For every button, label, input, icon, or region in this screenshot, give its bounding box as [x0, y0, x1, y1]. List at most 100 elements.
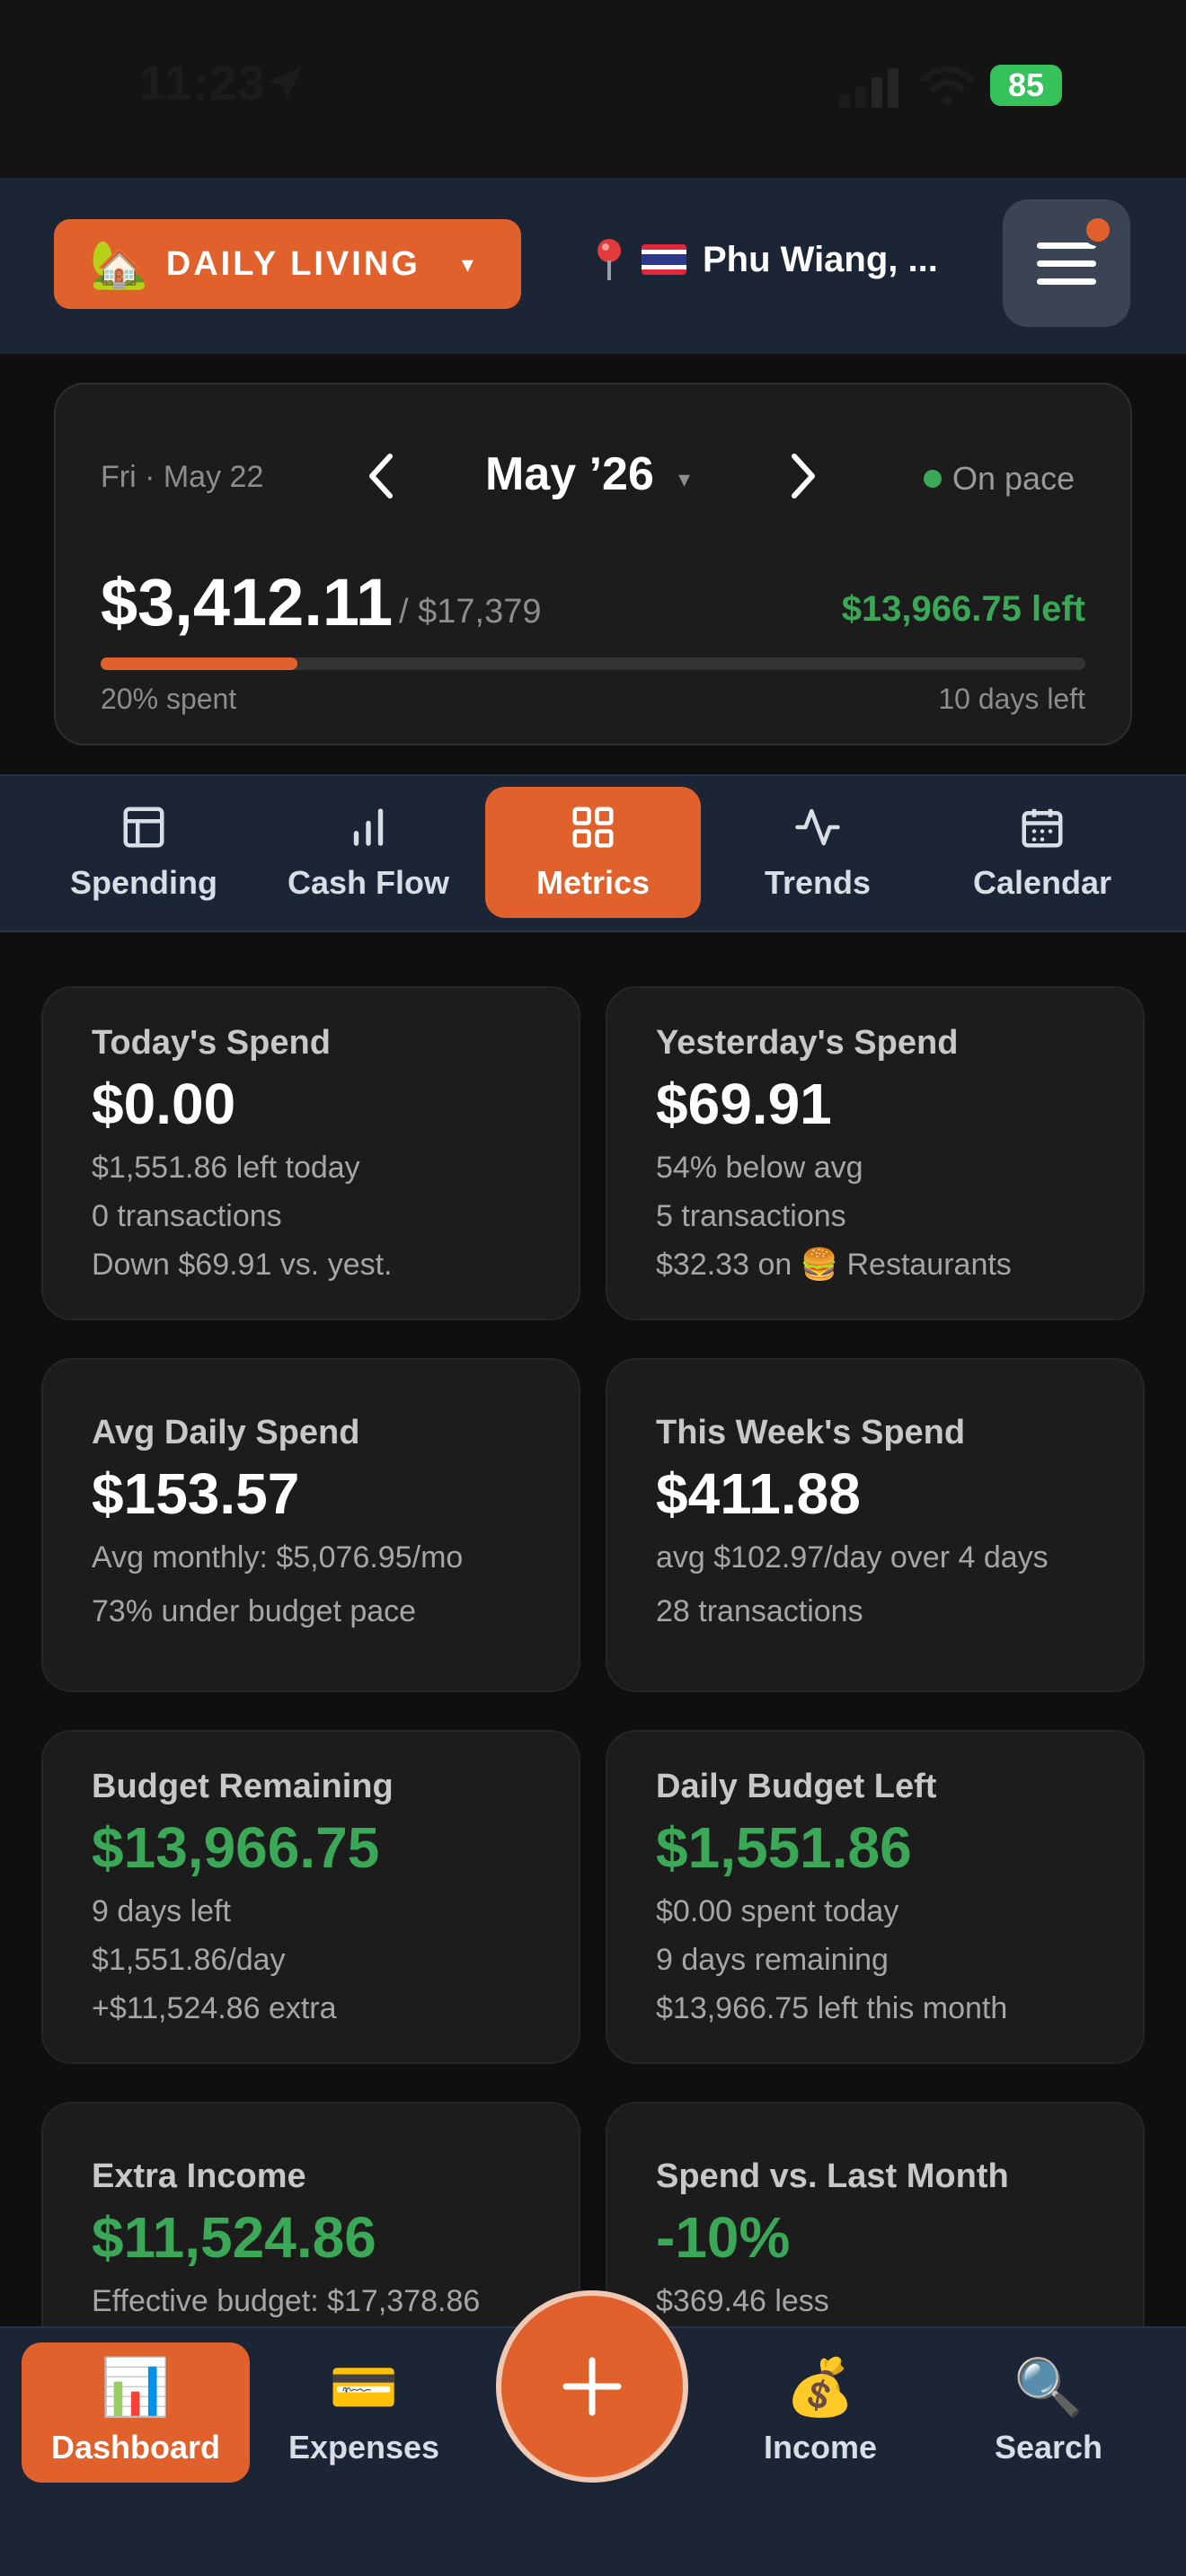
- add-transaction-button[interactable]: [496, 2290, 688, 2483]
- metric-title: Yesterday's Spend: [656, 1024, 959, 1062]
- metric-card-daily-budget-left[interactable]: Daily Budget Left $1,551.86 $0.00 spent …: [606, 1730, 1145, 2064]
- nav-label: Search: [994, 2429, 1103, 2466]
- next-month-button[interactable]: [783, 449, 823, 503]
- metric-value: $13,966.75: [92, 1815, 380, 1880]
- budget-total: / $17,379: [399, 593, 542, 631]
- current-date: Fri · May 22: [101, 460, 264, 494]
- metric-value: $0.00: [92, 1072, 236, 1136]
- status-dot-icon: [924, 470, 942, 488]
- metric-title: Today's Spend: [92, 1024, 331, 1062]
- metric-detail: Down $69.91 vs. yest.: [92, 1248, 393, 1282]
- metric-detail: Avg monthly: $5,076.95/mo: [92, 1540, 464, 1575]
- notification-dot: [1082, 214, 1114, 246]
- metric-value: $153.57: [92, 1461, 300, 1526]
- metric-detail: 28 transactions: [656, 1594, 863, 1628]
- metric-title: Budget Remaining: [92, 1768, 394, 1805]
- metric-value: $411.88: [656, 1461, 861, 1526]
- budget-progress-fill: [101, 657, 298, 670]
- metric-card-this-weeks-spend[interactable]: This Week's Spend $411.88 avg $102.97/da…: [606, 1358, 1145, 1692]
- tab-label: Trends: [764, 864, 872, 901]
- search-icon: 🔍: [1013, 2357, 1084, 2419]
- metric-title: Spend vs. Last Month: [656, 2157, 1009, 2195]
- metric-detail: +$11,524.86 extra: [92, 1991, 337, 2025]
- nav-search[interactable]: 🔍 Search: [934, 2342, 1163, 2483]
- metric-card-todays-spend[interactable]: Today's Spend $0.00 $1,551.86 left today…: [41, 986, 580, 1320]
- nav-dashboard[interactable]: 📊 Dashboard: [22, 2342, 250, 2483]
- metric-detail: $1,551.86/day: [92, 1943, 286, 1977]
- context-label: DAILY LIVING: [165, 244, 420, 283]
- location-arrow-icon: [268, 66, 302, 101]
- layout-icon: [123, 807, 164, 848]
- status-time: 11:23: [139, 57, 266, 110]
- spent-percent: 20% spent: [101, 683, 237, 715]
- chevron-down-icon: ▾: [678, 465, 691, 492]
- metric-detail: $32.33 on 🍔 Restaurants: [656, 1248, 1012, 1282]
- metric-value: $69.91: [656, 1072, 832, 1136]
- menu-button[interactable]: [1003, 199, 1130, 327]
- metric-detail: $13,966.75 left this month: [656, 1991, 1008, 2025]
- nav-expenses[interactable]: 💳 Expenses: [250, 2342, 478, 2483]
- metric-detail: $1,551.86 left today: [92, 1151, 360, 1185]
- metric-card-yesterdays-spend[interactable]: Yesterday's Spend $69.91 54% below avg 5…: [606, 986, 1145, 1320]
- previous-month-button[interactable]: [361, 449, 401, 503]
- calendar-icon: [1022, 808, 1063, 848]
- plus-icon: [562, 2357, 622, 2416]
- tab-cash-flow[interactable]: Cash Flow: [261, 787, 476, 918]
- month-picker[interactable]: May ’26: [485, 447, 654, 501]
- metric-detail: 0 transactions: [92, 1199, 282, 1233]
- nav-label: Dashboard: [50, 2429, 221, 2466]
- house-icon: 🏡: [90, 238, 148, 291]
- days-left: 10 days left: [938, 683, 1085, 715]
- budget-progress-bar: [101, 657, 1085, 670]
- tab-label: Spending: [70, 864, 217, 901]
- nav-label: Income: [763, 2429, 878, 2466]
- app-screen: 11:23 85 🏡 DAILY LIVING ▾ Phu Wiang, ...…: [0, 0, 1186, 2576]
- metric-detail: $369.46 less: [656, 2284, 829, 2318]
- status-bar: 11:23 85: [0, 0, 1186, 178]
- money-bag-icon: 💰: [785, 2357, 855, 2419]
- tab-calendar[interactable]: Calendar: [934, 787, 1150, 918]
- spent-amount: $3,412.11: [101, 565, 394, 640]
- nav-label: Expenses: [288, 2429, 440, 2466]
- metric-value: $1,551.86: [656, 1815, 912, 1880]
- hamburger-icon: [1037, 243, 1096, 249]
- bar-chart-icon: [353, 808, 384, 846]
- tab-label: Cash Flow: [287, 864, 450, 901]
- cellular-signal-icon: [839, 68, 898, 108]
- wifi-icon: [920, 66, 974, 106]
- location-selector[interactable]: Phu Wiang, ...: [593, 237, 938, 282]
- metric-detail: 54% below avg: [656, 1151, 863, 1185]
- metric-detail: 73% under budget pace: [92, 1594, 417, 1628]
- context-selector-button[interactable]: 🏡 DAILY LIVING ▾: [54, 219, 521, 309]
- metric-detail: 9 days remaining: [656, 1943, 889, 1977]
- metric-title: Extra Income: [92, 2157, 306, 2195]
- tab-trends[interactable]: Trends: [710, 787, 925, 918]
- remaining-amount: $13,966.75 left: [841, 589, 1085, 629]
- pace-status: On pace: [924, 460, 1075, 498]
- battery-indicator: 85: [990, 65, 1062, 106]
- metric-detail: $0.00 spent today: [656, 1894, 899, 1928]
- bar-chart-icon: 📊: [101, 2357, 171, 2419]
- thailand-flag-icon: [642, 244, 686, 275]
- metric-card-budget-remaining[interactable]: Budget Remaining $13,966.75 9 days left …: [41, 1730, 580, 2064]
- hamburger-icon: [1037, 278, 1096, 285]
- metric-title: Daily Budget Left: [656, 1768, 937, 1805]
- activity-icon: [795, 808, 840, 846]
- metric-detail: 9 days left: [92, 1894, 231, 1928]
- grid-icon: [572, 807, 614, 848]
- metric-detail: 5 transactions: [656, 1199, 846, 1233]
- credit-card-icon: 💳: [329, 2357, 399, 2419]
- tab-label: Metrics: [535, 864, 651, 901]
- metric-detail: avg $102.97/day over 4 days: [656, 1540, 1049, 1575]
- tab-label: Calendar: [972, 864, 1112, 901]
- nav-income[interactable]: 💰 Income: [706, 2342, 934, 2483]
- tab-spending[interactable]: Spending: [36, 787, 252, 918]
- metric-value: $11,524.86: [92, 2205, 376, 2270]
- hamburger-icon: [1037, 260, 1096, 267]
- tab-metrics[interactable]: Metrics: [485, 787, 701, 918]
- metric-detail: Effective budget: $17,378.86: [92, 2284, 481, 2318]
- metric-card-avg-daily-spend[interactable]: Avg Daily Spend $153.57 Avg monthly: $5,…: [41, 1358, 580, 1692]
- metric-title: This Week's Spend: [656, 1414, 966, 1451]
- location-text: Phu Wiang, ...: [703, 239, 938, 279]
- pin-icon: [597, 239, 621, 280]
